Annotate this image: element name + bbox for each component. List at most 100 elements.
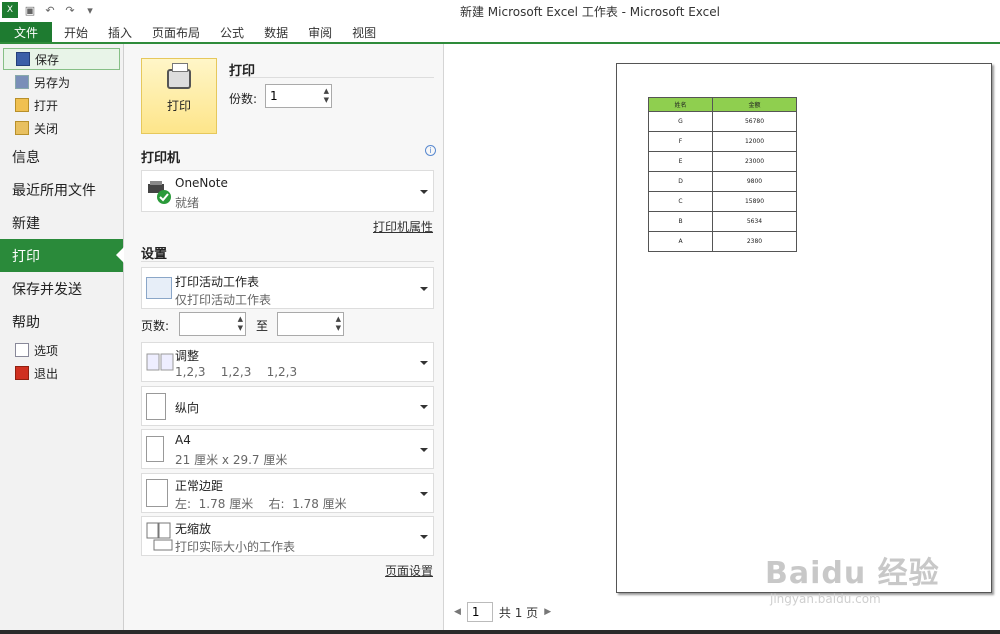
tab-home[interactable]: 开始 [54,22,98,42]
spin-down-icon[interactable]: ▼ [238,324,243,333]
pages-label: 页数: [141,319,170,333]
next-page-icon[interactable]: ▶ [544,607,551,617]
table-cell: 9800 [712,171,797,192]
watermark-logo: Baidu 经验 [765,556,940,591]
table-cell: 5634 [712,211,797,232]
nav-save-as-label: 另存为 [34,75,71,90]
chevron-down-icon [420,361,428,365]
table-row: E 23000 [648,151,797,172]
table-cell: 12000 [712,131,797,152]
orientation-dropdown[interactable]: 纵向 [141,386,434,426]
table-row: A 2380 [648,231,797,252]
watermark-url: jingyan.baidu.com [770,592,881,606]
nav-exit-label: 退出 [34,366,59,381]
collate-sub: 1,2,3 1,2,3 1,2,3 [175,365,298,379]
tab-review[interactable]: 审阅 [298,22,342,42]
print-button[interactable]: 打印 [141,58,217,134]
nav-open[interactable]: 打开 [3,94,120,116]
tab-view[interactable]: 视图 [342,22,386,42]
spin-up-icon[interactable]: ▲ [238,315,243,324]
printer-dropdown[interactable]: OneNote 就绪 [141,170,434,212]
spin-down-icon[interactable]: ▼ [324,96,329,105]
table-cell: E [648,151,713,172]
current-page-input[interactable] [466,602,493,622]
pages-from-stepper[interactable]: ▲ ▼ [179,312,246,336]
taskbar-strip [0,630,1000,634]
nav-info[interactable]: 信息 [0,140,123,173]
print-scope-dropdown[interactable]: 打印活动工作表 仅打印活动工作表 [141,267,434,309]
divider [141,261,434,262]
divider [229,77,434,78]
pages-to-stepper[interactable]: ▲ ▼ [277,312,344,336]
page-total: 共 1 页 [498,605,539,620]
print-scope-main: 打印活动工作表 [175,275,260,289]
page-navigator: ◀ 共 1 页 ▶ [454,602,551,622]
margins-main: 正常边距 [175,479,224,493]
table-row: F 12000 [648,131,797,152]
collate-dropdown[interactable]: 调整 1,2,3 1,2,3 1,2,3 [141,342,434,382]
table-cell: D [648,171,713,192]
window-title: 新建 Microsoft Excel 工作表 - Microsoft Excel [459,5,720,19]
preview-page: 姓名 金额 G 56780 F 12000 E 23000 D 9800 C 15890 … [616,63,992,593]
tab-data[interactable]: 数据 [254,22,298,42]
chevron-down-icon [420,190,428,194]
table-row: B 5634 [648,211,797,232]
spin-up-icon[interactable]: ▲ [324,87,329,96]
printer-name: OneNote [175,176,228,190]
printer-ready-icon [146,179,172,205]
tab-formulas[interactable]: 公式 [210,22,254,42]
scaling-sub: 打印实际大小的工作表 [175,540,296,554]
nav-save-label: 保存 [35,52,60,67]
exit-icon [15,366,29,380]
ribbon-tabs: 文件 开始 插入 页面布局 公式 数据 审阅 视图 [0,22,1000,44]
paper-size-dropdown[interactable]: A4 21 厘米 x 29.7 厘米 [141,429,434,469]
printer-properties-link[interactable]: 打印机属性 [373,218,433,235]
nav-save-send[interactable]: 保存并发送 [0,272,123,305]
nav-save[interactable]: 保存 [3,48,120,70]
save-icon [16,52,30,66]
spin-arrows[interactable]: ▲ ▼ [324,87,329,105]
printer-status: 就绪 [175,196,200,210]
table-cell: C [648,191,713,212]
scaling-dropdown[interactable]: 无缩放 打印实际大小的工作表 [141,516,434,556]
nav-new[interactable]: 新建 [0,206,123,239]
save-as-icon [15,75,29,89]
nav-close[interactable]: 关闭 [3,117,120,139]
copies-stepper[interactable]: ▲▼ [265,84,332,108]
table-row: G 56780 [648,111,797,132]
spin-up-icon[interactable]: ▲ [336,315,341,324]
nav-recent[interactable]: 最近所用文件 [0,173,123,206]
tab-page-layout[interactable]: 页面布局 [142,22,210,42]
spin-arrows[interactable]: ▲ ▼ [336,315,341,333]
paper-sub: 21 厘米 x 29.7 厘米 [175,453,288,467]
tab-insert[interactable]: 插入 [98,22,142,42]
info-icon[interactable]: i [425,145,436,156]
nav-print[interactable]: 打印 [0,239,124,272]
previous-page-icon[interactable]: ◀ [454,607,461,617]
column-header: 金额 [712,97,797,112]
preview-table: 姓名 金额 G 56780 F 12000 E 23000 D 9800 C 15890 … [648,97,797,252]
spin-arrows[interactable]: ▲ ▼ [238,315,243,333]
orientation-main: 纵向 [175,401,200,415]
table-cell: F [648,131,713,152]
printer-heading: 打印机 [141,151,181,166]
margins-dropdown[interactable]: 正常边距 左: 1.78 厘米 右: 1.78 厘米 [141,473,434,513]
table-cell: 2380 [712,231,797,252]
copies-input[interactable] [266,85,316,107]
table-cell: B [648,211,713,232]
margins-icon [146,479,168,507]
table-cell: A [648,231,713,252]
nav-close-label: 关闭 [34,121,59,136]
page-setup-link[interactable]: 页面设置 [385,562,433,579]
portrait-page-icon [146,393,166,420]
nav-help[interactable]: 帮助 [0,305,123,338]
tab-file[interactable]: 文件 [0,22,52,42]
collate-main: 调整 [175,349,200,363]
scaling-main: 无缩放 [175,522,212,536]
nav-options[interactable]: 选项 [3,339,120,361]
nav-save-as[interactable]: 另存为 [3,71,120,93]
spin-down-icon[interactable]: ▼ [336,324,341,333]
pages-to-label: 至 [256,319,269,333]
nav-exit[interactable]: 退出 [3,362,120,384]
nav-options-label: 选项 [34,343,59,358]
